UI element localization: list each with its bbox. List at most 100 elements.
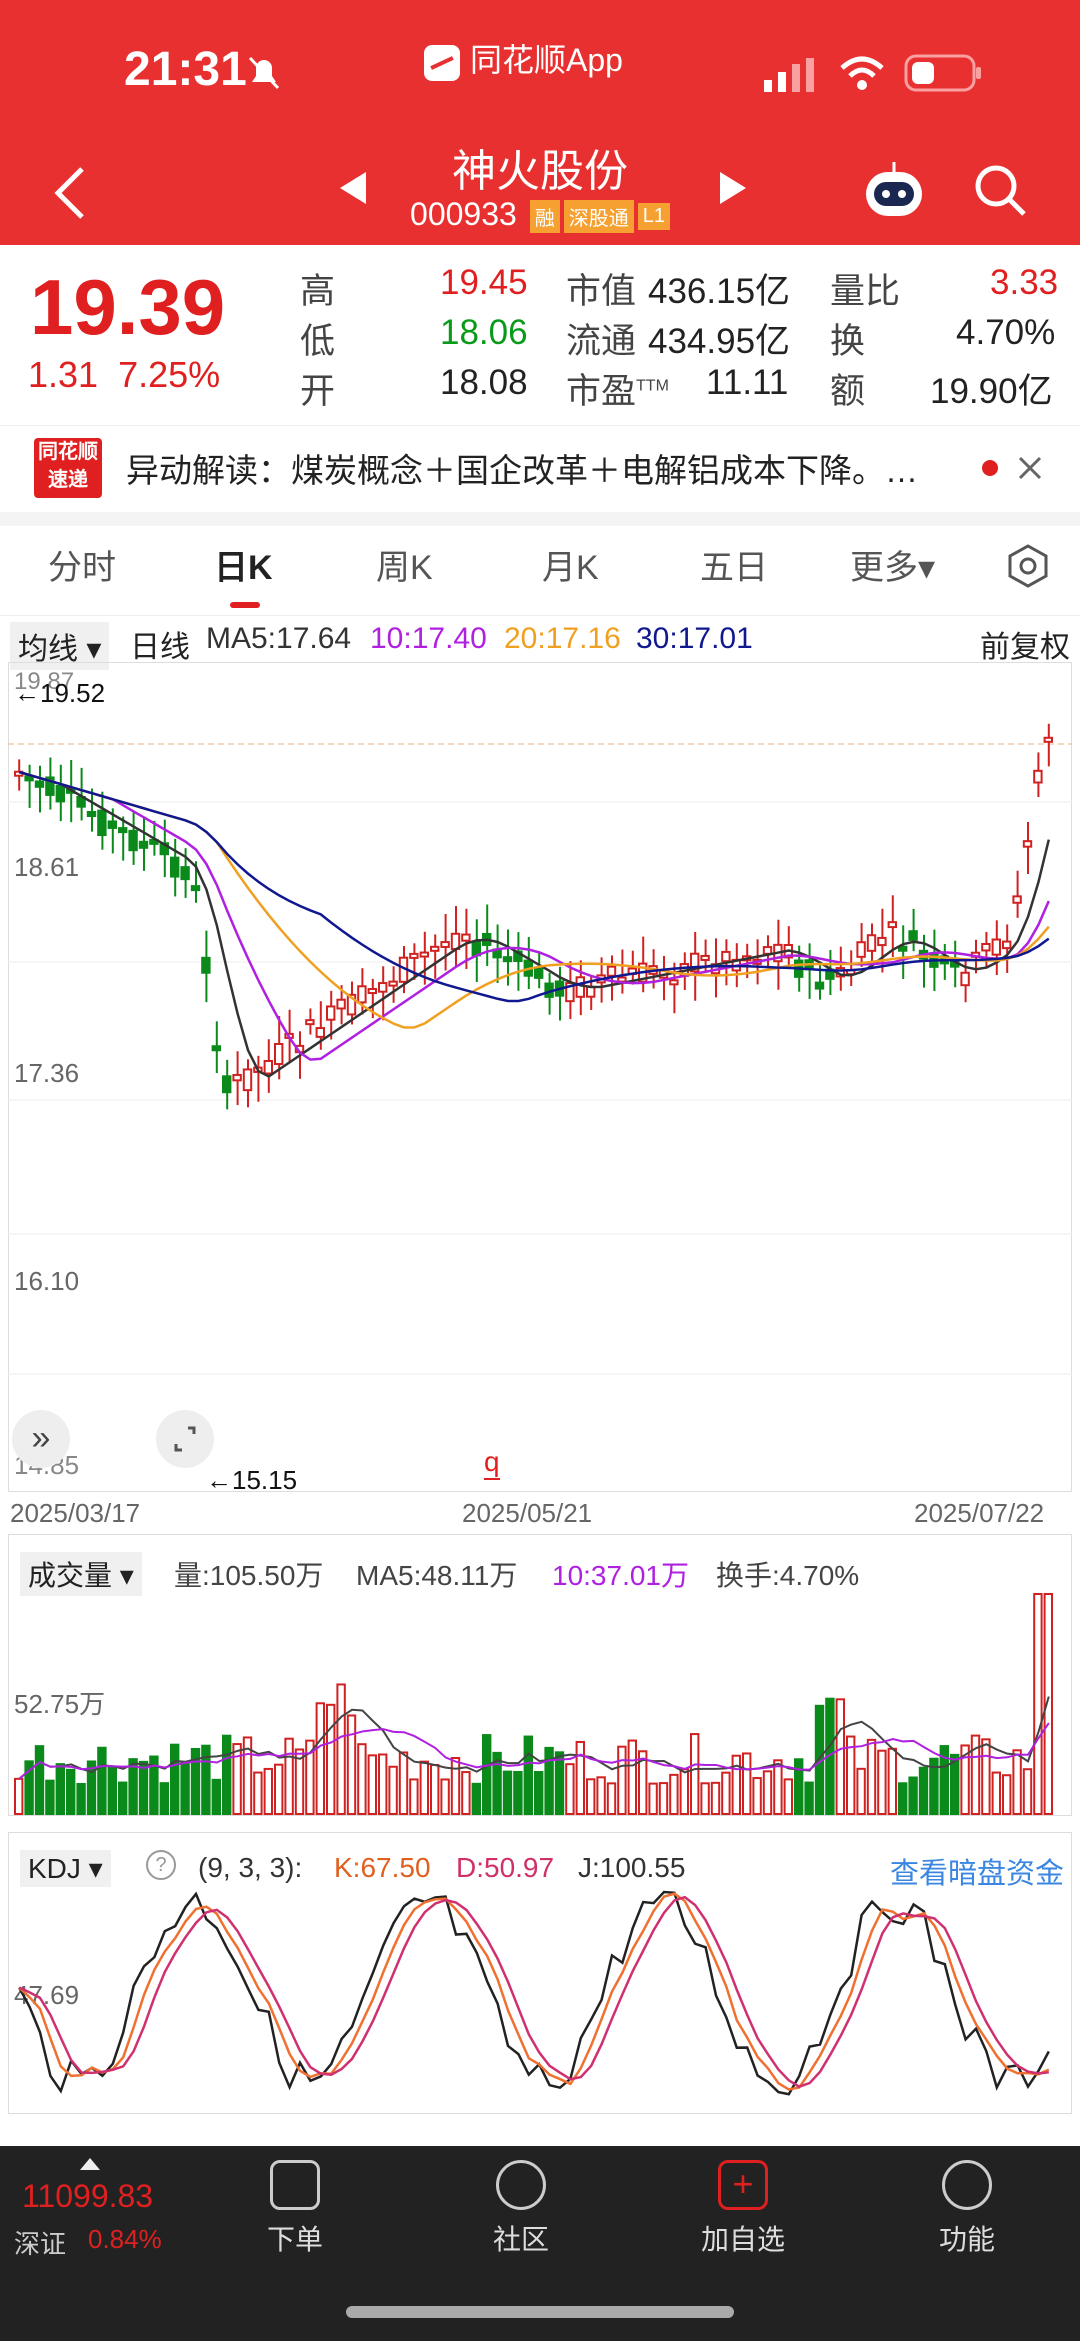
tab-five-day[interactable]: 五日 <box>700 540 768 589</box>
tab-daily-k[interactable]: 日K <box>214 540 273 589</box>
candle-body <box>326 1005 336 1021</box>
volume-bar <box>835 1698 845 1815</box>
candle-body <box>430 945 440 952</box>
app-header: 21:31 同花顺App 神火股份 000933 融深股通 L1 <box>0 0 1080 245</box>
candle-body <box>700 954 710 961</box>
volume-chart <box>14 1593 1053 1816</box>
event-marker-icon[interactable]: q <box>484 1446 500 1480</box>
volume-bar <box>1002 1774 1012 1816</box>
nav-add-watchlist[interactable]: + 加自选 <box>678 2160 808 2258</box>
ma-line-20 <box>18 770 1050 1029</box>
volume-bar <box>222 1734 232 1815</box>
candle-body <box>388 980 398 987</box>
volume-bar <box>752 1777 762 1816</box>
robot-assistant-icon[interactable] <box>862 160 926 220</box>
nav-functions[interactable]: 功能 <box>902 2160 1032 2258</box>
expand-left-icon[interactable]: » <box>12 1410 70 1468</box>
candle-body <box>461 933 471 942</box>
volume-ratio-label: 量比 <box>830 272 901 311</box>
tab-more[interactable]: 更多▾ <box>850 540 935 589</box>
low-value: 18.06 <box>440 313 528 352</box>
float-label: 流通 <box>566 322 637 361</box>
adjust-label[interactable]: 前复权 <box>980 622 1070 666</box>
volume-bar <box>430 1763 440 1816</box>
volume-bar <box>544 1746 554 1815</box>
nav-community[interactable]: 社区 <box>456 2160 586 2258</box>
turnover-value: 4.70% <box>956 313 1056 352</box>
volume-bar <box>866 1738 877 1815</box>
tag-margin: 融 <box>529 200 560 234</box>
candle-body <box>336 998 346 1010</box>
volume-bar <box>55 1763 65 1815</box>
volume-bar <box>419 1760 430 1815</box>
float-value: 434.95亿 <box>648 322 791 361</box>
volume-bar <box>45 1779 55 1816</box>
volume-bar <box>388 1765 398 1816</box>
stock-code: 000933 <box>410 196 517 232</box>
kdj-k-line <box>18 1892 1050 2091</box>
volume-bar <box>658 1782 669 1815</box>
nav-order[interactable]: 下单 <box>230 2160 360 2258</box>
menu-icon <box>942 2160 992 2210</box>
volume-bar <box>502 1770 513 1815</box>
tab-weekly-k[interactable]: 周K <box>376 540 433 589</box>
pe-value: 11.11 <box>706 363 789 402</box>
volume-ratio-value: 3.33 <box>990 263 1059 302</box>
candle-body <box>534 967 544 979</box>
index-pct: 0.84% <box>88 2224 162 2254</box>
volume-bar <box>409 1778 419 1815</box>
amount-label: 额 <box>830 372 866 411</box>
kline-chart[interactable] <box>8 662 1072 1492</box>
ma20-value: 20:17.16 <box>504 622 621 655</box>
volume-bar <box>461 1771 471 1815</box>
candle-body <box>190 885 201 892</box>
candle-body <box>606 965 617 977</box>
volume-bar <box>908 1776 918 1816</box>
tab-monthly-k[interactable]: 月K <box>542 540 599 589</box>
candle-body <box>991 938 1001 956</box>
home-indicator <box>346 2306 734 2318</box>
candle-body <box>762 946 773 955</box>
search-icon[interactable] <box>972 162 1028 218</box>
y-axis-1: 18.61 <box>14 852 80 882</box>
volume-bar <box>877 1749 887 1815</box>
settings-icon[interactable] <box>1006 544 1050 588</box>
candle-body <box>201 956 211 974</box>
app-name: 同花顺App <box>424 35 623 81</box>
candle-body <box>107 820 117 829</box>
volume-bar <box>159 1782 170 1815</box>
volume-bar <box>450 1757 461 1815</box>
fullscreen-icon[interactable] <box>156 1410 214 1468</box>
y-axis-2: 17.36 <box>14 1058 80 1088</box>
volume-bar <box>440 1778 450 1816</box>
volume-bar <box>762 1770 773 1815</box>
date-end: 2025/07/22 <box>914 1498 1045 1528</box>
volume-bar <box>679 1768 689 1815</box>
volume-bar <box>575 1740 585 1815</box>
volume-bar <box>690 1733 700 1815</box>
volume-bar <box>378 1753 388 1816</box>
volume-bar <box>34 1745 45 1816</box>
candle-body <box>357 985 367 1004</box>
price-change: 1.31 7.25% <box>28 354 221 395</box>
open-value: 18.08 <box>440 363 528 402</box>
candle-body <box>1033 769 1043 784</box>
candle-body <box>669 979 679 986</box>
volume-bar <box>118 1781 128 1815</box>
index-name: 深证 <box>14 2229 67 2259</box>
news-text[interactable]: 异动解读：煤炭概念＋国企改革＋电解铝成本下降。… <box>126 444 966 492</box>
candle-body <box>419 951 430 958</box>
tab-timeshare[interactable]: 分时 <box>48 540 116 589</box>
mcap-value: 436.15亿 <box>648 272 791 311</box>
volume-bar <box>471 1782 482 1815</box>
candle-body <box>367 988 378 995</box>
volume-bar <box>232 1743 242 1815</box>
turnover-label: 换 <box>830 322 866 361</box>
volume-bar <box>138 1760 149 1815</box>
index-value[interactable]: 11099.83 <box>22 2178 153 2215</box>
volume-bar <box>398 1751 409 1816</box>
candle-body <box>86 811 97 818</box>
close-icon[interactable] <box>1016 454 1044 482</box>
volume-bar <box>326 1703 336 1815</box>
volume-bar <box>336 1683 346 1815</box>
